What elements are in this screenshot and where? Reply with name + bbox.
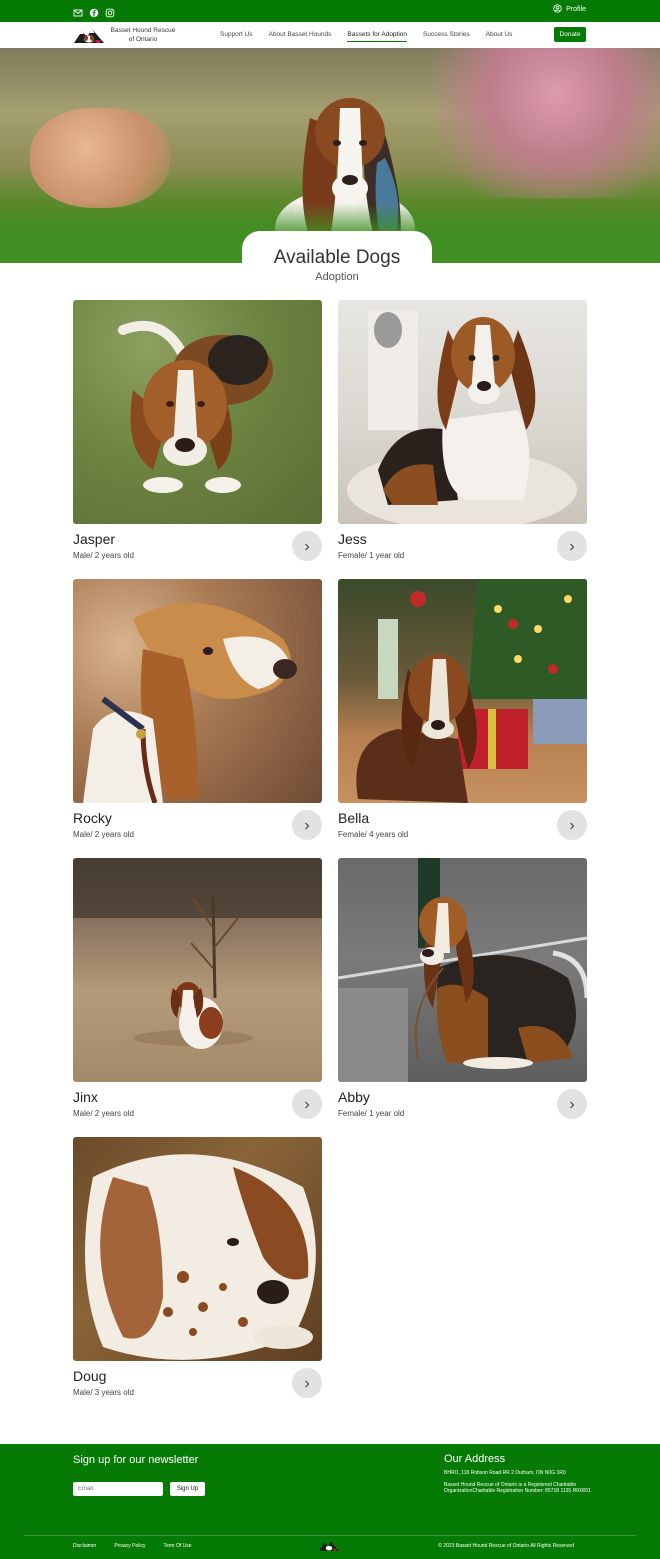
dog-card-rocky[interactable]: Rocky Male/ 2 years old <box>73 579 322 844</box>
nav-link-success-stories[interactable]: Success Stories <box>423 31 470 42</box>
dog-details: Male/ 3 years old <box>73 1388 134 1397</box>
chevron-right-icon <box>303 1376 311 1391</box>
dog-name: Bella <box>338 810 370 826</box>
dog-details: Male/ 2 years old <box>73 1109 134 1118</box>
newsletter-title: Sign up for our newsletter <box>73 1454 199 1466</box>
brand-name[interactable]: Basset Hound Rescue of Ontario <box>110 26 176 44</box>
dog-name: Doug <box>73 1368 107 1384</box>
footer-link-term-of-use[interactable]: Term Of Use <box>163 1543 191 1549</box>
dog-photo[interactable] <box>73 300 322 524</box>
view-dog-button[interactable] <box>557 531 587 561</box>
instagram-icon[interactable] <box>105 5 115 18</box>
footer-divider <box>24 1535 636 1536</box>
copyright: © 2023 Basset Hound Rescue of Ontario Al… <box>438 1543 574 1549</box>
footer-link-privacy-policy[interactable]: Privacy Policy <box>114 1543 145 1549</box>
chevron-right-icon <box>303 539 311 554</box>
nav-link-bassets-for-adoption[interactable]: Bassets for Adoption <box>347 31 408 42</box>
chevron-right-icon <box>568 1097 576 1112</box>
page-title: Available Dogs <box>273 247 401 268</box>
dog-name: Jinx <box>73 1089 98 1105</box>
main-nav: Basset Hound Rescue of Ontario Support U… <box>0 22 660 48</box>
donate-button[interactable]: Donate <box>554 27 586 42</box>
dog-photo[interactable] <box>338 300 587 524</box>
profile-link[interactable]: Profile <box>553 4 586 15</box>
nav-link-about-basset-hounds[interactable]: About Basset Hounds <box>269 31 332 42</box>
newsletter-email-input[interactable] <box>73 1482 163 1496</box>
social-links <box>73 5 115 18</box>
hero-blossom <box>400 48 660 198</box>
page-title-card: Available Dogs Adoption <box>242 231 432 291</box>
charity-registration: Basset Hound Rescue of Ontario is a Regi… <box>444 1482 591 1494</box>
dog-photo[interactable] <box>73 1137 322 1361</box>
chevron-right-icon <box>568 818 576 833</box>
address-line: BHRO, 118 Robson Road RR 2 Durham, ON N0… <box>444 1470 566 1476</box>
view-dog-button[interactable] <box>292 810 322 840</box>
dog-photo[interactable] <box>338 858 587 1082</box>
page-subtitle: Adoption <box>315 271 359 283</box>
dog-details: Female/ 1 year old <box>338 551 405 560</box>
profile-label: Profile <box>566 6 586 13</box>
top-bar: Profile <box>0 0 660 22</box>
mail-icon[interactable] <box>73 5 83 17</box>
dog-name: Jess <box>338 531 367 547</box>
dog-card-jinx[interactable]: Jinx Male/ 2 years old <box>73 858 322 1123</box>
dog-name: Jasper <box>73 531 116 547</box>
newsletter-signup-button[interactable]: Sign Up <box>170 1482 205 1496</box>
address-title: Our Address <box>444 1453 506 1465</box>
dog-card-doug[interactable]: Doug Male/ 3 years old <box>73 1137 322 1402</box>
nav-links: Support Us About Basset Hounds Bassets f… <box>220 31 528 42</box>
nav-link-support-us[interactable]: Support Us <box>220 31 253 42</box>
dog-photo[interactable] <box>73 579 322 803</box>
dog-card-bella[interactable]: Bella Female/ 4 years old <box>338 579 587 844</box>
dog-details: Female/ 4 years old <box>338 830 409 839</box>
footer-link-disclaimer[interactable]: Disclaimer <box>73 1543 96 1549</box>
view-dog-button[interactable] <box>292 531 322 561</box>
facebook-icon[interactable] <box>89 5 99 18</box>
nav-link-about-us[interactable]: About Us <box>486 31 513 42</box>
dog-card-jasper[interactable]: Jasper Male/ 2 years old <box>73 300 322 565</box>
dog-card-jess[interactable]: Jess Female/ 1 year old <box>338 300 587 565</box>
chevron-right-icon <box>303 1097 311 1112</box>
hero-rock <box>30 108 170 208</box>
dog-name: Rocky <box>73 810 112 826</box>
dog-details: Male/ 2 years old <box>73 551 134 560</box>
view-dog-button[interactable] <box>557 810 587 840</box>
dog-card-abby[interactable]: Abby Female/ 1 year old <box>338 858 587 1123</box>
dog-name: Abby <box>338 1089 370 1105</box>
view-dog-button[interactable] <box>557 1089 587 1119</box>
user-circle-icon <box>553 4 562 15</box>
footer-logo[interactable] <box>318 1539 340 1552</box>
view-dog-button[interactable] <box>292 1368 322 1398</box>
dog-details: Male/ 2 years old <box>73 830 134 839</box>
view-dog-button[interactable] <box>292 1089 322 1119</box>
chevron-right-icon <box>568 539 576 554</box>
dog-details: Female/ 1 year old <box>338 1109 405 1118</box>
footer-links: Disclaimer Privacy Policy Term Of Use <box>73 1543 210 1549</box>
chevron-right-icon <box>303 818 311 833</box>
dog-photo[interactable] <box>338 579 587 803</box>
site-footer: Sign up for our newsletter Sign Up Our A… <box>0 1444 660 1559</box>
site-logo[interactable] <box>73 25 105 45</box>
dog-photo[interactable] <box>73 858 322 1082</box>
